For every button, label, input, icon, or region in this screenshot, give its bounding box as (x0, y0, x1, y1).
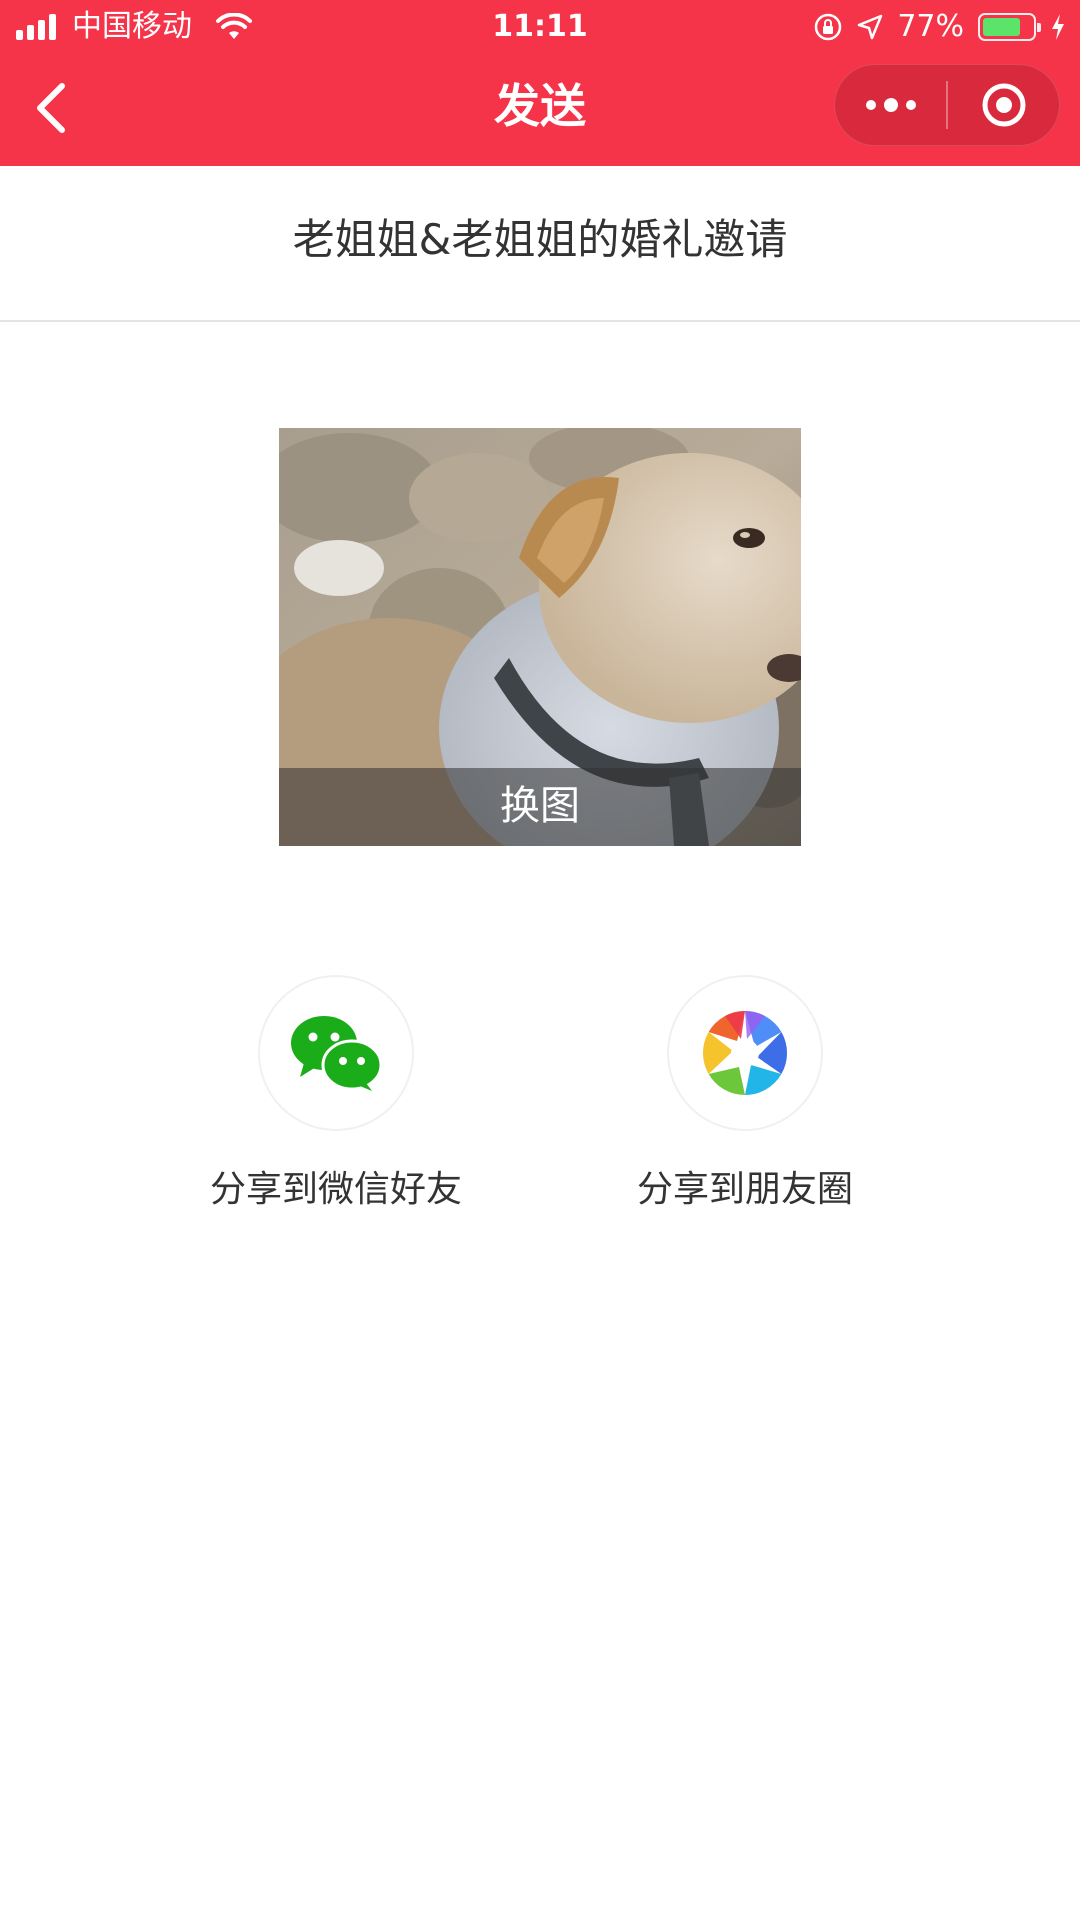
target-close-icon (982, 83, 1025, 127)
charging-icon (1052, 14, 1064, 40)
status-bar: 中国移动 11:11 77% (0, 0, 1080, 54)
share-options: 分享到微信好友 分享到朋友圈 (0, 975, 1080, 1235)
invitation-title: 老姐姐&老姐姐的婚礼邀请 (0, 166, 1080, 322)
back-button[interactable] (18, 76, 82, 140)
status-right: 77% (813, 0, 1066, 54)
change-image-button[interactable]: 换图 (279, 768, 801, 846)
share-moments-button[interactable]: 分享到朋友圈 (595, 975, 895, 1215)
wechat-icon (291, 1016, 382, 1091)
share-moments-circle (667, 975, 823, 1131)
chevron-left-icon (37, 83, 65, 133)
close-mini-program-button[interactable] (948, 65, 1059, 145)
carrier-name: 中国移动 (72, 9, 192, 44)
more-button[interactable] (835, 65, 946, 145)
top-bar: 中国移动 11:11 77% 发送 (0, 0, 1080, 166)
mini-program-capsule (834, 64, 1060, 146)
battery-percent: 77% (897, 9, 964, 44)
moments-shutter-icon (702, 1010, 788, 1095)
battery-icon (978, 13, 1041, 41)
wifi-icon (216, 13, 252, 39)
share-wechat-friends-label: 分享到微信好友 (209, 1169, 462, 1210)
share-wechat-circle (258, 975, 414, 1131)
more-dots-icon (865, 98, 916, 112)
share-moments-label: 分享到朋友圈 (636, 1169, 853, 1210)
nav-bar: 发送 (0, 54, 1080, 166)
location-icon (858, 14, 883, 40)
rotation-lock-icon (815, 13, 842, 41)
battery-fill (983, 18, 1020, 36)
share-wechat-friends-button[interactable]: 分享到微信好友 (186, 975, 486, 1215)
signal-icon (16, 14, 56, 40)
status-left: 中国移动 (16, 0, 252, 54)
cover-image[interactable]: 换图 (279, 428, 801, 846)
